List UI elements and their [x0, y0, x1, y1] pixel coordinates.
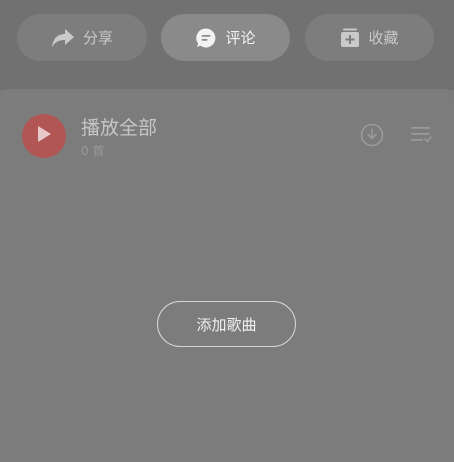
- add-to-collection-icon: [340, 28, 360, 48]
- playlist-panel: 播放全部 0 首 添加歌曲: [0, 89, 454, 462]
- play-all-button[interactable]: [22, 114, 66, 158]
- comment-bubble-icon: [195, 27, 217, 49]
- play-icon: [36, 125, 52, 147]
- song-count: 0 首: [81, 144, 105, 158]
- list-multi-select-icon: [410, 127, 432, 149]
- collect-label: 收藏: [368, 29, 399, 47]
- add-song-label: 添加歌曲: [196, 315, 257, 334]
- add-song-button[interactable]: 添加歌曲: [157, 301, 296, 347]
- comment-label: 评论: [225, 29, 256, 47]
- share-button[interactable]: 分享: [17, 14, 147, 61]
- share-arrow-icon: [51, 28, 75, 48]
- play-all-label[interactable]: 播放全部: [81, 113, 157, 140]
- action-bar: 分享 评论 收藏: [0, 0, 454, 90]
- download-button[interactable]: [360, 123, 384, 147]
- multi-select-button[interactable]: [410, 125, 432, 145]
- comment-button[interactable]: 评论: [161, 14, 290, 61]
- collect-button[interactable]: 收藏: [305, 14, 434, 61]
- download-icon: [360, 123, 384, 151]
- share-label: 分享: [82, 29, 113, 47]
